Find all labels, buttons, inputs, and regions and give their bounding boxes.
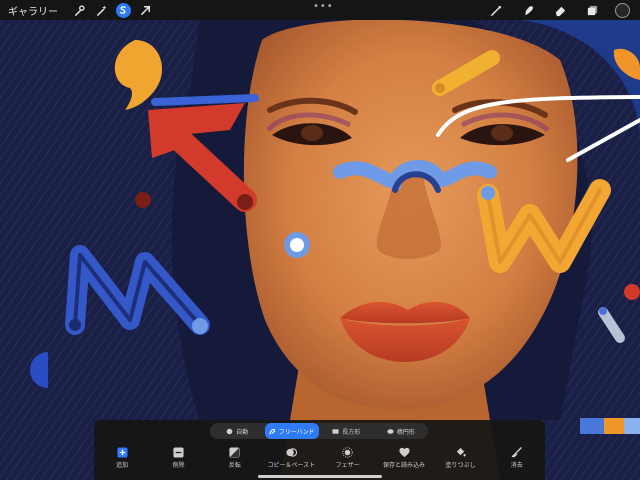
invert-icon <box>229 447 240 458</box>
red-edge-dot <box>624 284 640 300</box>
white-dot-circle <box>290 238 304 252</box>
mode-freehand[interactable]: フリーハンド <box>264 423 319 439</box>
invert-label: 反転 <box>228 462 241 469</box>
ellipse-icon <box>387 428 394 434</box>
color-picker-icon[interactable] <box>615 2 630 18</box>
mode-freehand-label: フリーハンド <box>278 428 315 436</box>
orange-stripe-rect <box>604 418 624 434</box>
yellow-pill-dot <box>435 83 445 93</box>
mode-ellipse[interactable]: 楕円形 <box>374 423 429 439</box>
copy-paste-icon <box>286 448 297 457</box>
add-label: 追加 <box>116 462 129 469</box>
yellow-w-dot <box>481 186 495 200</box>
mode-rectangle[interactable]: 長方形 <box>319 423 374 439</box>
more-options-button[interactable]: ••• <box>313 1 334 12</box>
save-load-button[interactable]: 保存と読み込み <box>376 447 432 469</box>
mode-rectangle-label: 長方形 <box>342 428 361 436</box>
rectangle-icon <box>332 428 339 434</box>
selection-s-icon <box>115 2 131 18</box>
selection-panel: 自動 フリーハンド 長方形 楕円形 追加 削除 反転 コピー＆ペースト フェザー… <box>94 420 545 480</box>
freehand-icon <box>269 428 275 435</box>
blue-m-dot-right <box>192 318 208 334</box>
copy-paste-label: コピー＆ペースト <box>267 462 316 469</box>
mode-ellipse-label: 楕円形 <box>396 428 415 436</box>
mode-automatic[interactable]: 自動 <box>210 423 265 439</box>
remove-minus-icon <box>173 447 184 458</box>
invert-button[interactable]: 反転 <box>207 447 263 469</box>
top-toolbar: ギャラリー ••• <box>0 0 640 20</box>
smudge-icon[interactable] <box>515 0 541 20</box>
selection-mode-segmented: 自動 フリーハンド 長方形 楕円形 <box>210 423 428 439</box>
remove-button[interactable]: 削除 <box>150 447 206 469</box>
light-blue-stripe-rect <box>624 418 640 434</box>
clear-button[interactable]: 消去 <box>489 447 545 469</box>
add-button[interactable]: 追加 <box>94 447 150 469</box>
right-iris <box>491 125 513 141</box>
auto-dot-icon <box>226 428 233 434</box>
red-arrow-dot <box>135 192 151 208</box>
remove-label: 削除 <box>172 462 185 469</box>
layers-icon[interactable] <box>579 0 605 20</box>
artwork-canvas[interactable] <box>0 0 640 480</box>
mode-automatic-label: 自動 <box>236 428 249 436</box>
right-tool-group <box>483 0 630 20</box>
feather-label: フェザー <box>335 462 360 469</box>
add-plus-icon <box>117 447 128 458</box>
feather-icon <box>342 447 353 458</box>
fill-bucket-icon <box>456 447 466 457</box>
left-iris <box>301 125 323 141</box>
blue-stripe-rect <box>580 418 604 434</box>
adjust-wrench-icon[interactable] <box>68 0 90 20</box>
eraser-icon[interactable] <box>547 0 573 20</box>
transform-arrow-icon[interactable] <box>134 0 156 20</box>
feather-button[interactable]: フェザー <box>320 447 376 469</box>
blue-capsule-dot <box>599 307 607 315</box>
clear-label: 消去 <box>510 462 523 469</box>
brush-icon[interactable] <box>483 0 509 20</box>
selection-tool-button[interactable] <box>112 0 134 20</box>
clear-brush-icon <box>512 447 523 458</box>
selection-actions-row: 追加 削除 反転 コピー＆ペースト フェザー 保存と読み込み 塗りつぶし 消去 <box>94 447 545 469</box>
copy-paste-button[interactable]: コピー＆ペースト <box>263 447 319 469</box>
gallery-button[interactable]: ギャラリー <box>8 3 58 18</box>
save-load-label: 保存と読み込み <box>383 462 426 469</box>
save-heart-icon <box>399 447 410 458</box>
blue-arrow-edge <box>151 94 259 106</box>
fill-label: 塗りつぶし <box>445 462 476 469</box>
fill-button[interactable]: 塗りつぶし <box>432 447 488 469</box>
blue-m-dot-left <box>69 319 81 331</box>
red-arrow-dot-2 <box>237 194 253 210</box>
magic-wand-icon[interactable] <box>90 0 112 20</box>
home-indicator[interactable] <box>258 475 382 478</box>
